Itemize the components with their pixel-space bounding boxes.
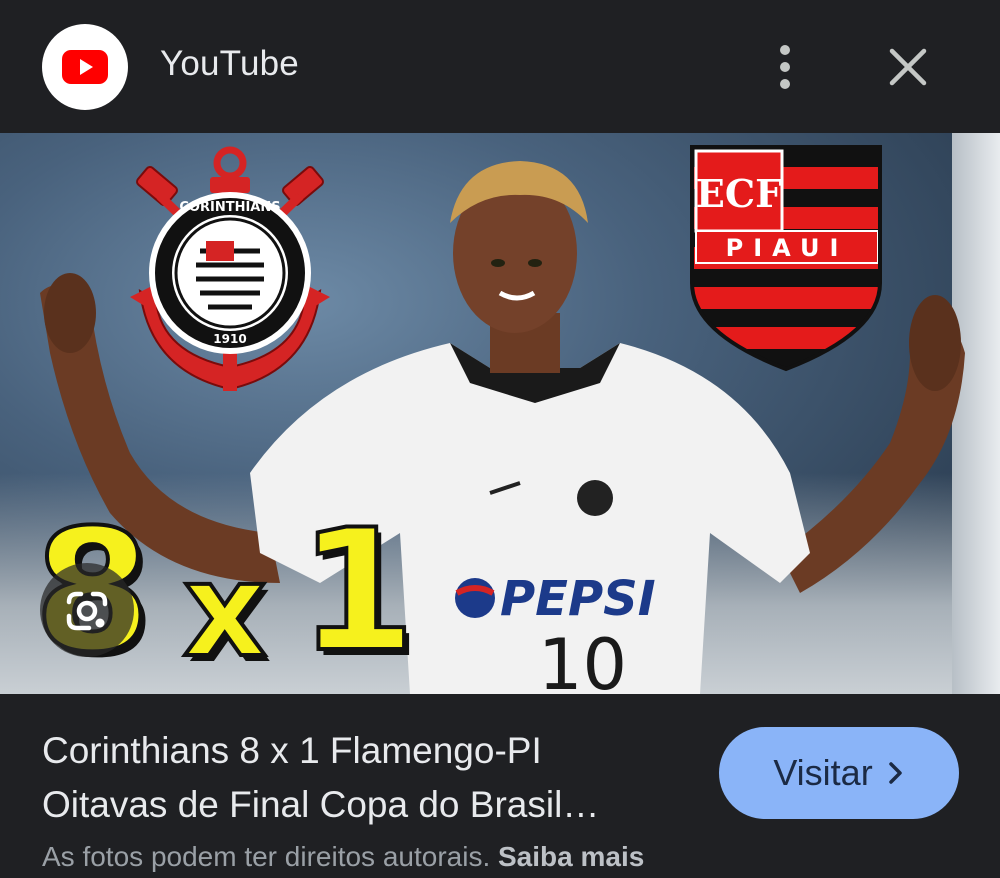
shirt-sponsor: PEPSI (500, 571, 656, 627)
more-vert-icon (780, 45, 790, 89)
google-lens-icon (66, 591, 108, 631)
more-options-button[interactable] (760, 40, 810, 94)
learn-more-link[interactable]: Saiba mais (498, 841, 644, 872)
youtube-logo-icon[interactable] (42, 24, 128, 110)
preview-image[interactable]: CORINTHIANS 1910 ECF PIAUI PEPSI 10 x 1 (0, 133, 1000, 694)
result-title[interactable]: Corinthians 8 x 1 Flamengo-PI Oitavas de… (42, 724, 692, 832)
close-button[interactable] (878, 40, 938, 94)
visit-button[interactable]: Visitar (719, 727, 959, 819)
shirt-number: 10 (538, 624, 627, 694)
close-icon (889, 48, 927, 86)
source-name[interactable]: YouTube (160, 44, 299, 84)
title-line-2: Oitavas de Final Copa do Brasil… (42, 784, 600, 825)
google-lens-button[interactable] (40, 563, 134, 657)
score-separator: x (181, 534, 269, 686)
title-line-1: Corinthians 8 x 1 Flamengo-PI (42, 730, 542, 771)
chevron-right-icon (888, 762, 902, 784)
header: YouTube (0, 0, 1000, 133)
copyright-text: As fotos podem ter direitos autorais. (42, 841, 491, 872)
score-right: 1 (297, 493, 418, 689)
copyright-notice: As fotos podem ter direitos autorais. Sa… (42, 841, 644, 873)
visit-button-label: Visitar (773, 752, 873, 793)
